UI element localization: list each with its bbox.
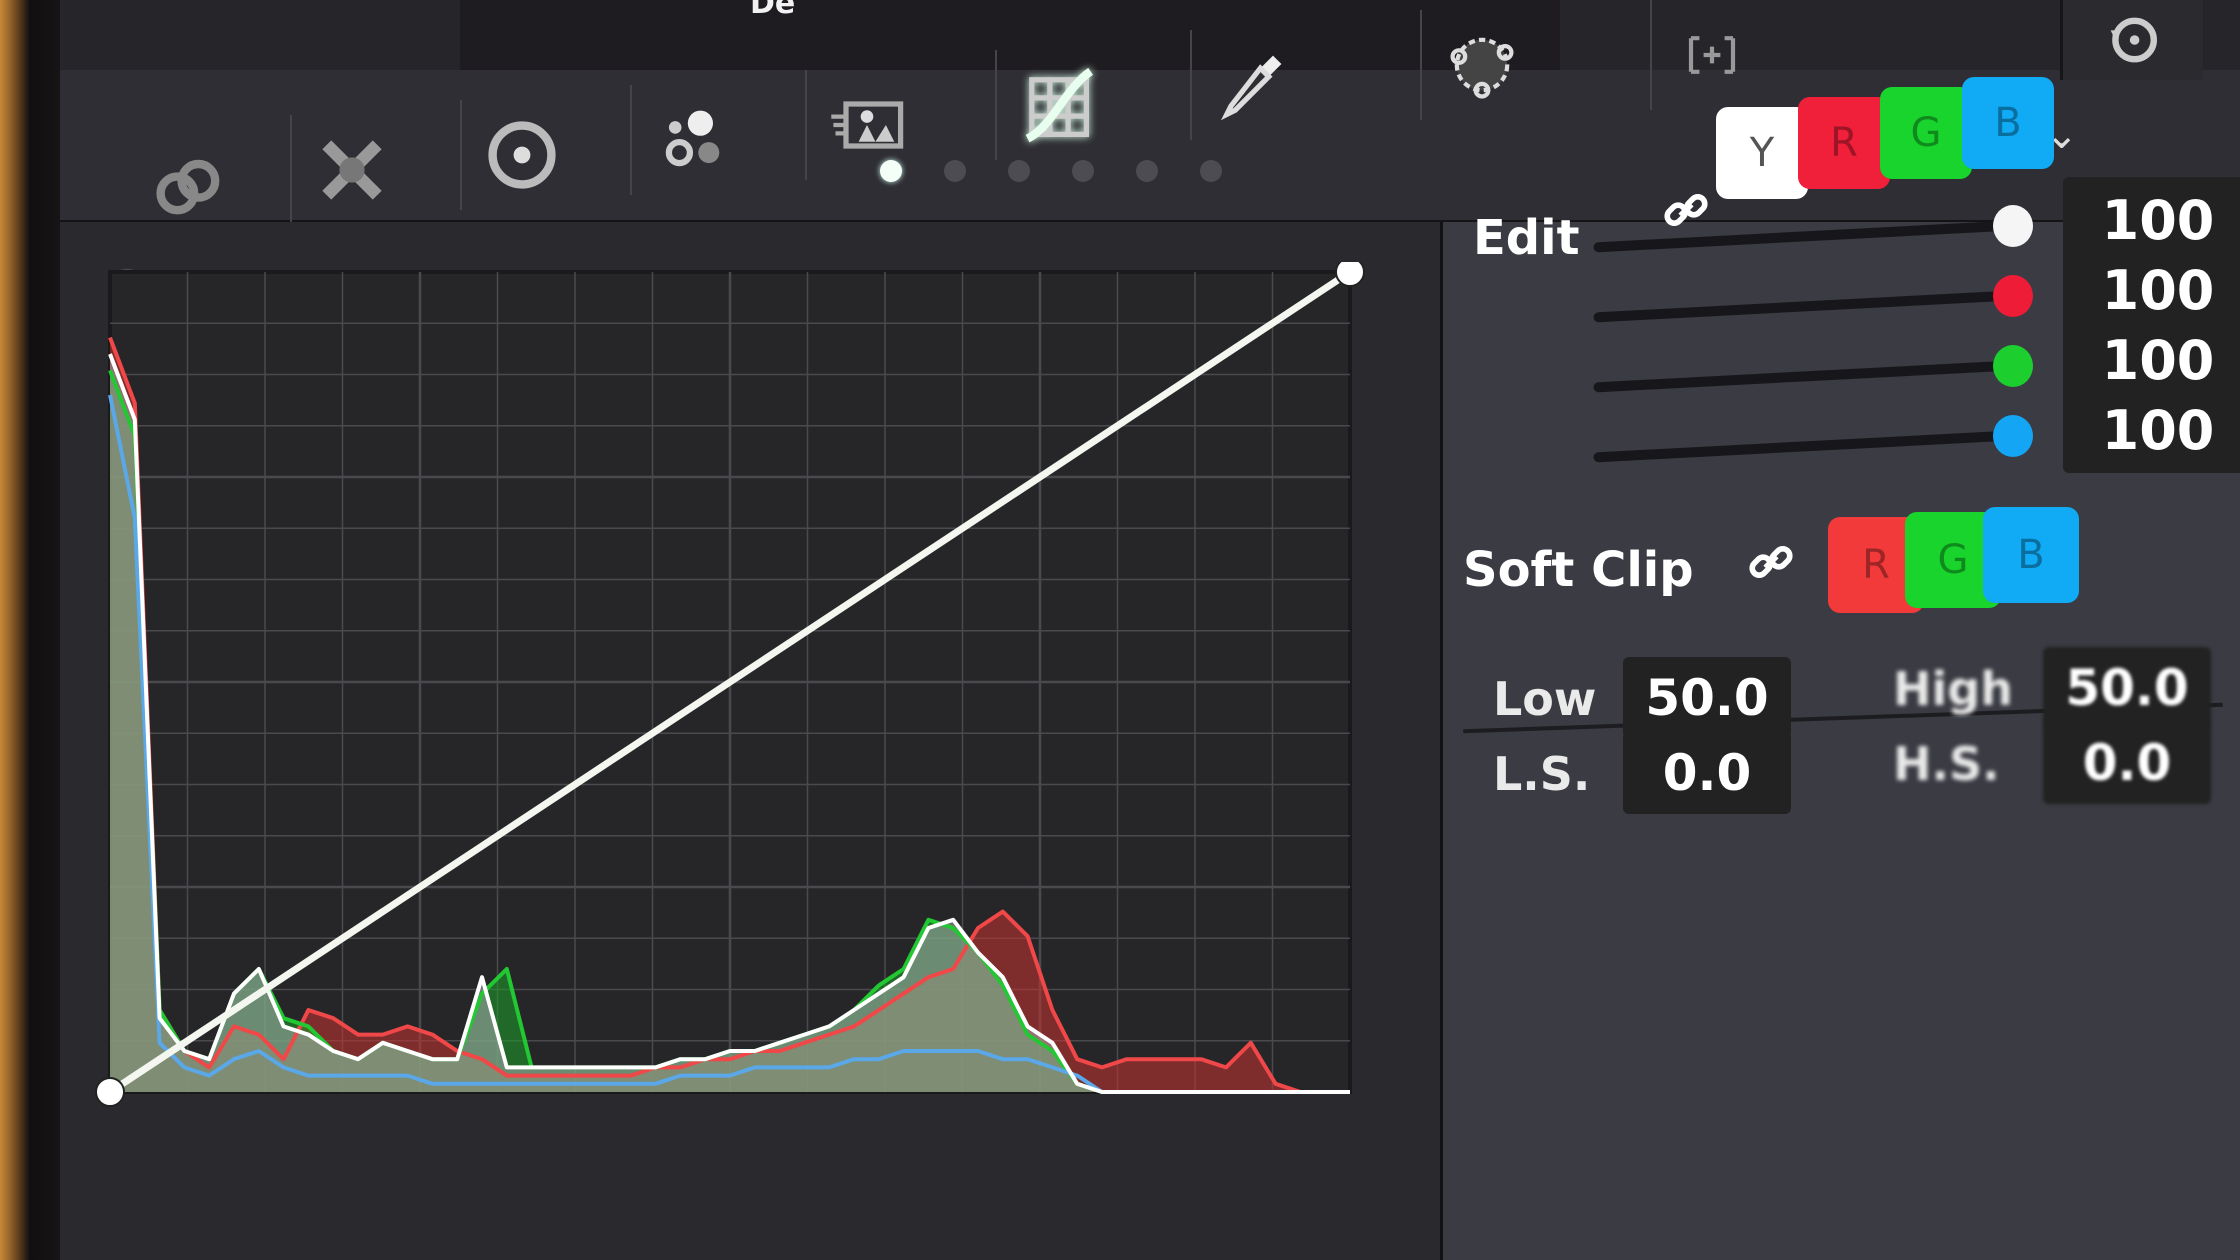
channel-key-label: B	[1994, 100, 2022, 146]
edit-channel-b-button[interactable]: B	[1962, 77, 2054, 169]
tool-power-window[interactable]	[1420, 10, 1542, 120]
low-label: Low	[1493, 672, 1597, 726]
channel-key-label: G	[1910, 110, 1942, 156]
curve-control-point[interactable]	[1335, 262, 1365, 287]
soft-clip-label: Soft Clip	[1463, 542, 1694, 598]
slider-track[interactable]	[1593, 431, 2004, 463]
curves-graph[interactable]	[70, 262, 1400, 1182]
pager-dot[interactable]	[880, 160, 902, 182]
slider-knob[interactable]	[1993, 275, 2033, 317]
edit-channel-g-button[interactable]: G	[1880, 87, 1972, 179]
tool-qualifier[interactable]	[290, 115, 412, 225]
edit-label: Edit	[1473, 210, 1580, 266]
tool-sizing[interactable]	[1650, 0, 1772, 110]
tracker-icon	[665, 110, 720, 167]
slider-value-input[interactable]: 100	[2063, 387, 2240, 473]
link-icon[interactable]	[1743, 534, 1799, 590]
channel-key-label: R	[1830, 120, 1858, 166]
tool-eyedropper[interactable]	[1190, 30, 1312, 140]
motion-effects-icon	[831, 101, 904, 149]
palette-pager	[880, 160, 1222, 182]
ls-input[interactable]: 0.0	[1623, 732, 1791, 814]
ls-label: L.S.	[1493, 747, 1591, 801]
channel-key-label: B	[2017, 532, 2045, 578]
edit-channel-r-button[interactable]: R	[1798, 97, 1890, 189]
warper-icon	[156, 159, 220, 215]
slider-knob[interactable]	[1993, 205, 2033, 247]
curve-control-point[interactable]	[95, 1077, 125, 1107]
channel-key-label: R	[1862, 542, 1890, 588]
monitor-bezel	[0, 0, 60, 1260]
reset-button[interactable]	[2060, 0, 2203, 80]
tool-window[interactable]	[460, 100, 582, 210]
curves-panel: Curves	[60, 222, 1443, 1260]
soft-clip-channel-b-button[interactable]: B	[1983, 507, 2079, 603]
slider-knob[interactable]	[1993, 345, 2033, 387]
hs-input[interactable]: 0.0	[2043, 722, 2211, 804]
channel-key-label: G	[1937, 537, 1969, 583]
window-icon	[488, 121, 556, 189]
qualifier-icon	[322, 140, 382, 200]
pager-dot[interactable]	[1136, 160, 1158, 182]
tool-curves[interactable]	[995, 50, 1117, 160]
slider-knob[interactable]	[1993, 415, 2033, 457]
tool-tracker[interactable]	[630, 85, 752, 195]
edit-slider-b: 100	[1593, 387, 2240, 477]
reset-icon	[2110, 17, 2157, 63]
pager-dot[interactable]	[1072, 160, 1094, 182]
power-window-icon	[1450, 37, 1514, 99]
eyedropper-icon	[1220, 55, 1282, 121]
low-input[interactable]: 50.0	[1623, 657, 1791, 739]
edit-panel: Edit YRGB 100 100 100 100 Soft Clip RGB Low…	[1443, 77, 2240, 1260]
pager-dot[interactable]	[1200, 160, 1222, 182]
curves-icon	[1025, 67, 1094, 143]
high-label: High	[1893, 662, 2013, 716]
pager-dot[interactable]	[944, 160, 966, 182]
hs-label: H.S.	[1893, 737, 2000, 791]
sizing-icon	[1688, 36, 1736, 74]
channel-key-label: Y	[1749, 130, 1775, 176]
pager-dot[interactable]	[1008, 160, 1030, 182]
high-input[interactable]: 50.0	[2043, 647, 2211, 729]
window-title: De	[750, 0, 796, 21]
